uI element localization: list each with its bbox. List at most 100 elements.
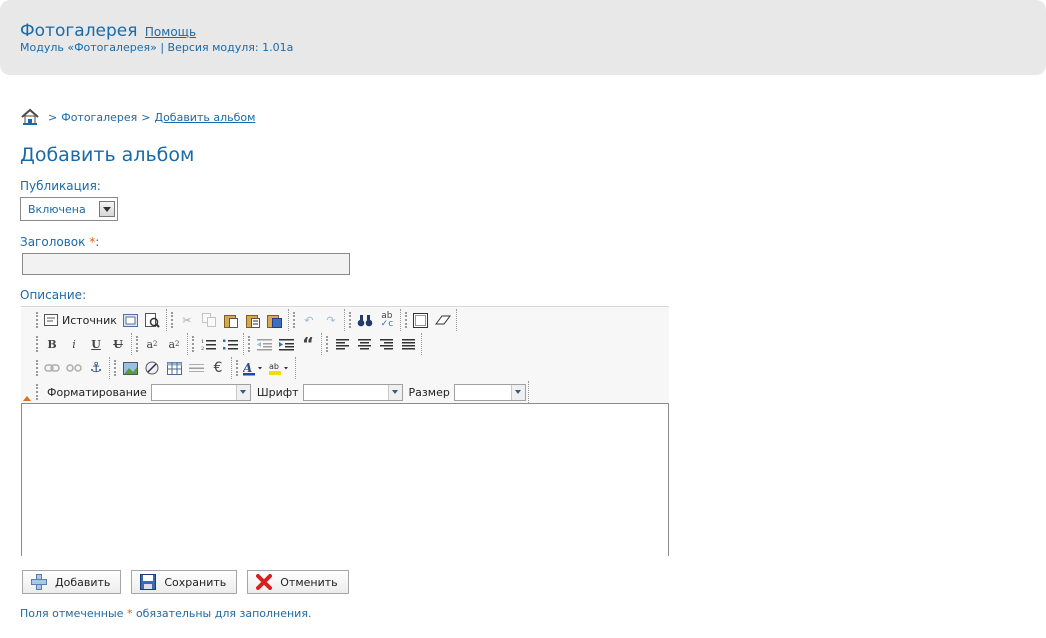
description-label: Описание:	[20, 288, 87, 302]
cut-icon[interactable]: ✂	[176, 310, 198, 330]
publication-select[interactable]: Включена	[20, 197, 118, 221]
toolbar-row-3: ⚓ € A ab	[35, 356, 299, 380]
chevron-down-icon[interactable]	[510, 384, 525, 400]
toolbar-group-text-style: B i U U	[35, 333, 132, 355]
title-label-line: Заголовок *:	[20, 235, 99, 249]
anchor-icon[interactable]: ⚓	[85, 358, 107, 378]
indent-icon[interactable]	[275, 334, 297, 354]
svg-text:2: 2	[201, 346, 204, 351]
eraser-icon[interactable]	[432, 310, 454, 330]
home-icon[interactable]	[20, 108, 40, 126]
copy-icon[interactable]	[198, 310, 220, 330]
toolbar-collapse-icon[interactable]	[23, 396, 31, 401]
save-button-label: Сохранить	[164, 575, 227, 589]
align-right-icon[interactable]	[375, 334, 397, 354]
svg-text:A: A	[243, 361, 252, 375]
chevron-down-icon[interactable]	[235, 384, 250, 400]
toolbar-group-find: ab ✓c	[348, 309, 401, 331]
underline-icon[interactable]: U	[85, 334, 107, 354]
toolbar-group-colors: A ab	[235, 357, 296, 379]
editor-toolbar: Источник ✂ ↶ ↷ ab ✓c B i U U a 2 a 2 1 2…	[21, 306, 669, 405]
toolbar-group-align	[325, 333, 422, 355]
toolbar-row-2: B i U U a2 a2 12 “	[35, 332, 425, 356]
close-icon	[256, 574, 273, 590]
toolbar-row-1: Источник ✂ ↶ ↷ ab ✓c	[35, 308, 460, 332]
source-button-label: Источник	[62, 313, 117, 327]
outdent-icon[interactable]	[253, 334, 275, 354]
add-button[interactable]: Добавить	[22, 570, 122, 594]
preview-icon[interactable]	[120, 310, 142, 330]
undo-icon[interactable]: ↶	[298, 310, 320, 330]
bulleted-list-icon[interactable]	[219, 334, 241, 354]
font-label: Шрифт	[256, 385, 299, 399]
flash-icon[interactable]	[141, 358, 163, 378]
page-title: Добавить альбом	[20, 144, 195, 166]
module-title: Фотогалерея	[20, 21, 138, 41]
breadcrumb: > Фотогалерея > Добавить альбом	[20, 108, 255, 126]
redo-icon[interactable]: ↷	[320, 310, 342, 330]
toolbar-row-4: Форматирование Шрифт Размер	[35, 380, 532, 404]
bold-icon[interactable]: B	[41, 334, 63, 354]
module-header: Фотогалерея Помощь Модуль «Фотогалерея» …	[0, 0, 1046, 75]
breadcrumb-separator: >	[141, 110, 151, 124]
background-color-icon[interactable]: ab	[267, 358, 293, 378]
strike-icon[interactable]: U	[107, 334, 129, 354]
format-label: Форматирование	[47, 385, 147, 399]
italic-icon[interactable]: i	[63, 334, 85, 354]
required-fields-note: Поля отмеченные * обязательны для заполн…	[20, 607, 311, 620]
help-link[interactable]: Помощь	[145, 25, 196, 39]
spellcheck-icon[interactable]: ab ✓c	[376, 310, 398, 330]
toolbar-group-combos: Форматирование Шрифт Размер	[35, 381, 529, 403]
blockquote-icon[interactable]: “	[297, 334, 319, 355]
svg-text:ab: ab	[269, 362, 279, 371]
floppy-icon	[140, 574, 157, 590]
font-combo[interactable]	[302, 383, 403, 401]
chevron-down-icon[interactable]	[387, 384, 402, 400]
save-button[interactable]: Сохранить	[131, 570, 238, 594]
table-icon[interactable]	[163, 358, 185, 378]
find-icon[interactable]	[354, 310, 376, 330]
paste-icon[interactable]	[220, 310, 242, 330]
add-button-label: Добавить	[55, 575, 111, 589]
align-justify-icon[interactable]	[397, 334, 419, 354]
paste-text-icon[interactable]	[242, 310, 264, 330]
cancel-button[interactable]: Отменить	[247, 570, 349, 594]
text-color-icon[interactable]: A	[241, 358, 267, 378]
svg-text:1: 1	[201, 339, 204, 345]
toolbar-group-script: a2 a2	[135, 333, 188, 355]
toolbar-group-undo: ↶ ↷	[292, 309, 345, 331]
numbered-list-icon[interactable]: 12	[197, 334, 219, 354]
select-all-icon[interactable]	[410, 310, 432, 330]
size-label: Размер	[408, 385, 450, 399]
editor-content-area[interactable]	[21, 403, 669, 556]
chevron-down-icon[interactable]	[99, 201, 115, 217]
plus-icon	[31, 574, 47, 590]
link-icon[interactable]	[41, 358, 63, 378]
align-center-icon[interactable]	[353, 334, 375, 354]
breadcrumb-item-gallery[interactable]: Фотогалерея	[61, 111, 137, 124]
note-text-after: обязательны для заполнения.	[135, 607, 312, 620]
size-combo[interactable]	[453, 383, 526, 401]
format-combo[interactable]	[150, 383, 251, 401]
paste-word-icon[interactable]	[264, 310, 286, 330]
toolbar-group-indent: “	[247, 333, 322, 355]
align-left-icon[interactable]	[331, 334, 353, 354]
image-icon[interactable]	[119, 358, 141, 378]
source-button[interactable]: Источник	[41, 310, 120, 330]
title-label-colon: :	[95, 235, 100, 249]
source-icon	[44, 314, 58, 326]
breadcrumb-separator: >	[48, 110, 58, 124]
templates-icon[interactable]	[142, 310, 164, 330]
subscript-icon[interactable]: a2	[141, 334, 163, 354]
special-char-icon[interactable]: €	[207, 358, 229, 378]
publication-select-value: Включена	[28, 202, 86, 216]
unlink-icon[interactable]	[63, 358, 85, 378]
breadcrumb-item-add-album[interactable]: Добавить альбом	[154, 111, 255, 124]
superscript-icon[interactable]: a2	[163, 334, 185, 354]
toolbar-group-select	[404, 309, 457, 331]
rich-text-editor: Источник ✂ ↶ ↷ ab ✓c B i U U a 2 a 2 1 2…	[21, 306, 669, 556]
title-input[interactable]	[22, 253, 350, 275]
horizontal-rule-icon[interactable]	[185, 358, 207, 378]
note-required-mark: *	[126, 607, 133, 620]
toolbar-group-insert: €	[113, 357, 232, 379]
